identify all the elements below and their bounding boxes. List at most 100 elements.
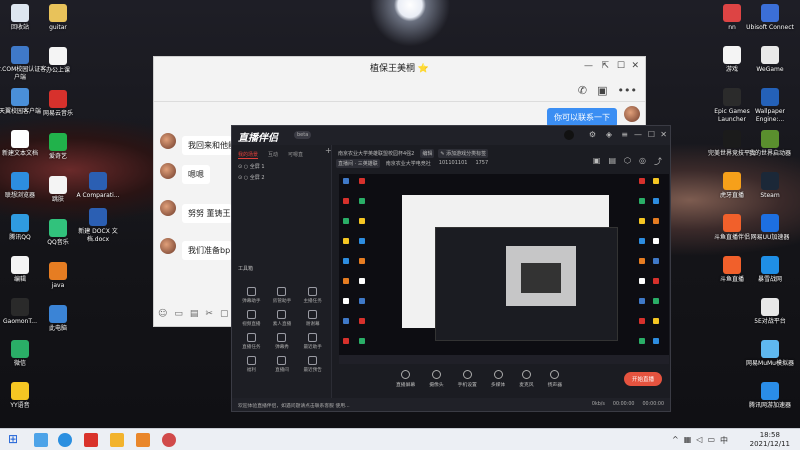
douyu-icon[interactable] [136, 433, 150, 447]
preview-icon [639, 198, 645, 204]
scene-item[interactable]: ⊙ ○ 全屏 2 [232, 170, 331, 181]
desktop-shortcut[interactable]: 网易MuMu模拟器 [742, 340, 798, 368]
minimize-icon[interactable]: — [634, 130, 642, 139]
scene-item[interactable]: ⊙ ○ 全屏 1 [232, 159, 331, 170]
camera-icon[interactable]: ◎ [639, 156, 646, 167]
bottom-tool[interactable]: 扬声器 [548, 370, 562, 388]
emoji-icon[interactable]: ☺ [158, 309, 167, 319]
toolbox-item[interactable]: 主播任务 [297, 287, 328, 304]
scissors-icon[interactable]: ✂ [205, 309, 213, 319]
stream-title[interactable]: 南京农业大学英雄联盟校园杯4强2 [336, 149, 416, 158]
clock[interactable]: 18:58 2021/12/11 [750, 431, 790, 449]
desktop-shortcut[interactable]: 5E对战平台 [742, 298, 798, 326]
netease-icon[interactable] [162, 433, 176, 447]
desktop-shortcut[interactable]: 暴雪战网 [742, 256, 798, 284]
bottom-tool[interactable]: 多媒体 [491, 370, 505, 388]
toolbox-item[interactable]: 最近助手 [297, 333, 328, 350]
desktop-shortcut[interactable]: 爱奇艺 [30, 133, 86, 161]
close-icon[interactable]: ✕ [660, 130, 667, 139]
desktop-shortcut[interactable]: A Comparati... [70, 172, 126, 200]
avatar[interactable] [160, 238, 176, 254]
edge-icon[interactable] [58, 433, 72, 447]
yy-icon [11, 382, 29, 400]
tab-scenes[interactable]: 我的场景 [238, 151, 259, 159]
volume-icon[interactable]: ◁ [696, 435, 702, 446]
desktop-shortcut[interactable]: java [30, 262, 86, 290]
desktop-shortcut[interactable]: YY语音 [0, 382, 48, 410]
desktop-shortcut[interactable]: 网易云音乐 [30, 90, 86, 118]
wps-icon[interactable] [84, 433, 98, 447]
bottom-tool[interactable]: 麦克风 [519, 370, 534, 388]
toolbox-item[interactable]: 视频直播 [236, 310, 267, 327]
image-icon[interactable]: ▭ [174, 309, 183, 319]
avatar[interactable] [624, 106, 640, 122]
shortcut-label: 编辑 [13, 276, 26, 283]
edit-button[interactable]: 编辑 [420, 149, 435, 158]
tab-interact[interactable]: 互动 [268, 151, 278, 159]
gift-icon[interactable]: ⬡ [624, 156, 631, 167]
toolbox-item[interactable]: 弹幕秀 [267, 333, 298, 350]
live-streaming-window[interactable]: 直播伴侣 beta ⚙ ◈ ≡ — ☐ ✕ 我的场景 互动 可嗯直 ⊙ ○ 全屏… [231, 125, 671, 412]
desktop-shortcut[interactable]: 网易UU加速器 [742, 214, 798, 242]
maximize-icon[interactable]: ☐ [617, 61, 625, 71]
desktop-shortcut[interactable]: 我的世界启动器 [742, 130, 798, 158]
folder-icon[interactable] [110, 433, 124, 447]
desktop-shortcut[interactable]: Wallpaper Engine:... [742, 88, 798, 124]
voice-call-icon[interactable]: ✆ [578, 84, 587, 97]
desktop-shortcut[interactable]: WeGame [742, 46, 798, 74]
avatar[interactable] [160, 133, 176, 149]
battery-icon[interactable]: ▭ [707, 435, 715, 446]
avatar[interactable] [160, 200, 176, 216]
folder-icon[interactable]: ▤ [190, 309, 199, 319]
desktop-shortcut[interactable]: 微信 [0, 340, 48, 368]
share-icon[interactable]: ⤴ [654, 156, 662, 167]
menu-icon[interactable]: ≡ [621, 130, 628, 139]
drcom-icon [11, 46, 29, 64]
input-language[interactable]: 中 [720, 435, 728, 446]
more-icon[interactable]: ••• [618, 84, 637, 97]
ubisoft-icon [761, 4, 779, 22]
desktop-shortcut[interactable]: 新建 DOCX 文档.docx [70, 208, 126, 244]
desktop-shortcut[interactable]: 此电脑 [30, 305, 86, 333]
tab-other[interactable]: 可嗯直 [288, 151, 303, 159]
start-icon[interactable]: ⊞ [8, 432, 22, 446]
stream-preview[interactable] [339, 174, 669, 364]
skin-icon[interactable]: ◈ [606, 130, 612, 139]
toolbox-item[interactable]: 房管助手 [267, 287, 298, 304]
pip-icon[interactable]: ▤ [608, 156, 616, 167]
network-icon[interactable]: ▦ [684, 435, 692, 446]
taskview-icon[interactable] [34, 433, 48, 447]
avatar[interactable] [160, 163, 176, 179]
record-icon[interactable]: ▣ [593, 156, 601, 167]
bottom-tool[interactable]: 手机设置 [458, 370, 477, 388]
close-icon[interactable]: ✕ [631, 61, 639, 71]
maximize-icon[interactable]: ☐ [648, 130, 655, 139]
toolbox-item[interactable]: 素人直播 [267, 310, 298, 327]
desktop-shortcut[interactable]: Ubisoft Connect [742, 4, 798, 32]
tool-label: 弹幕助手 [242, 299, 261, 304]
avatar[interactable] [564, 130, 574, 140]
toolbox-item[interactable]: 谢谢幕 [297, 310, 328, 327]
bottom-tool[interactable]: 摄像头 [429, 370, 444, 388]
toolbox-item[interactable]: 弹幕助手 [236, 287, 267, 304]
desktop-shortcut[interactable]: 办公上课 [30, 47, 86, 75]
toolbox-item[interactable]: 最近预告 [297, 356, 328, 373]
video-call-icon[interactable]: ▣ [597, 84, 607, 97]
this-pc-icon [49, 305, 67, 323]
toolbox-item[interactable]: 直播任务 [236, 333, 267, 350]
tool-icon [308, 287, 318, 296]
toolbox-item[interactable]: 直播间 [267, 356, 298, 373]
chevron-up-icon[interactable]: ^ [672, 435, 679, 446]
minimize-icon[interactable]: — [584, 61, 593, 71]
desktop-shortcut[interactable]: guitar [30, 4, 86, 32]
chat-history-icon[interactable]: ▢ [220, 309, 229, 319]
add-scene-icon[interactable]: + [325, 146, 332, 155]
bottom-tool[interactable]: 直播屏幕 [396, 370, 415, 388]
toolbox-item[interactable]: 福利 [236, 356, 267, 373]
stream-category[interactable]: ✎ 添加游戏分类标签 [438, 149, 489, 158]
settings-icon[interactable]: ⚙ [589, 130, 596, 139]
desktop-shortcut[interactable]: 腾讯网游加速器 [742, 382, 798, 410]
desktop-shortcut[interactable]: Steam [742, 172, 798, 200]
start-live-button[interactable]: 开始直播 [623, 372, 662, 386]
pin-icon[interactable]: ⇱ [601, 61, 609, 71]
